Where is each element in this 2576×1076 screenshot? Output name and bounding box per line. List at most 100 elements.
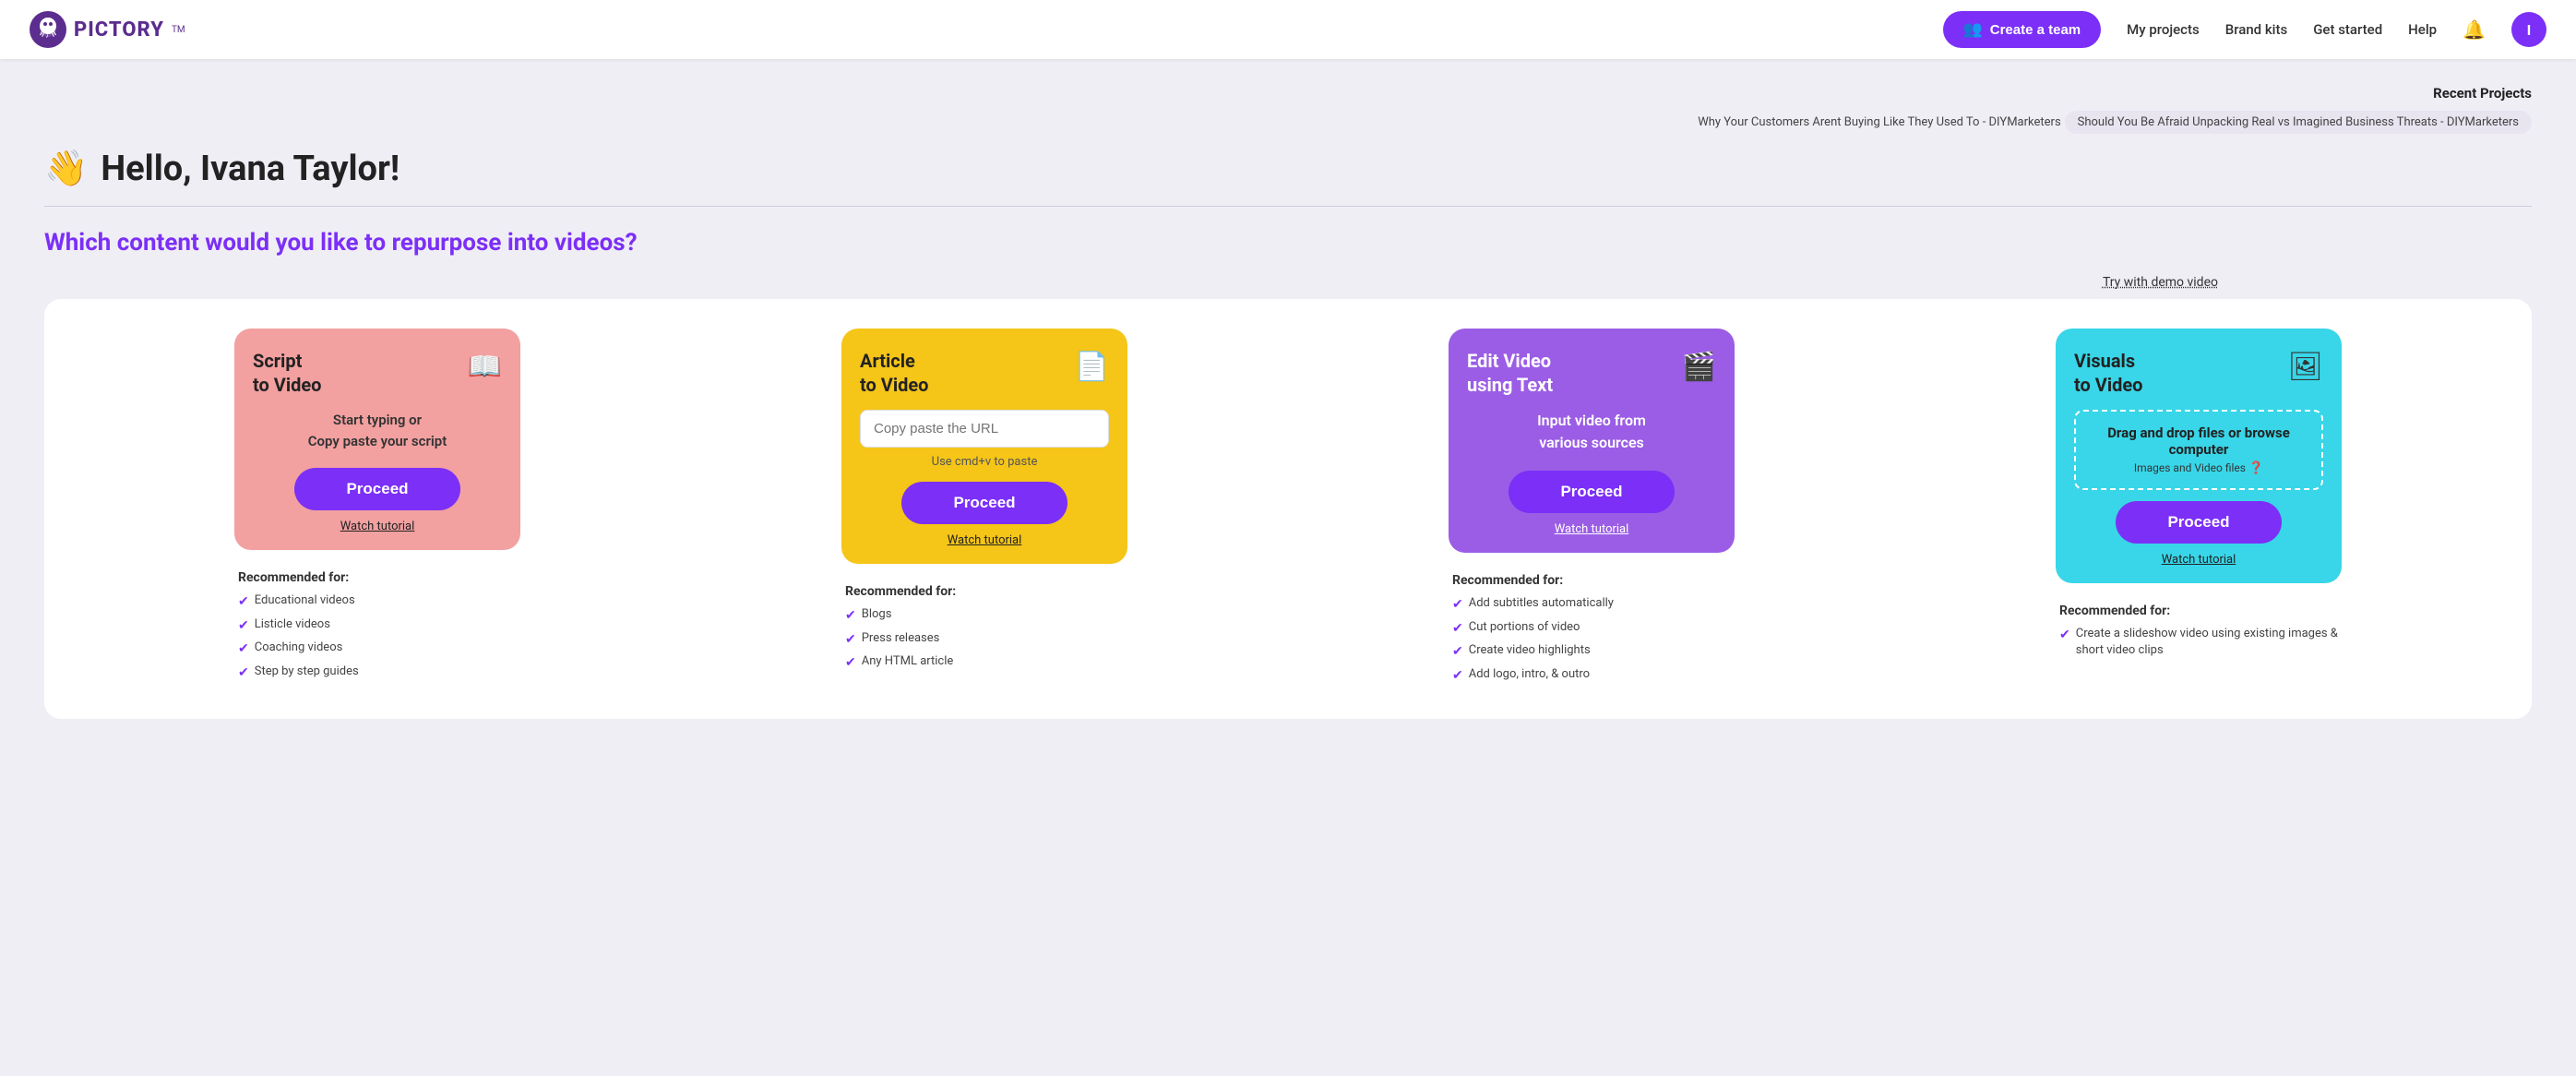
demo-link-row: Try with demo video	[44, 275, 2532, 290]
check-icon: ✔	[238, 617, 249, 636]
script-rec-2: ✔ Listicle videos	[238, 616, 517, 636]
edit-watch-tutorial[interactable]: Watch tutorial	[1555, 522, 1629, 536]
page-subtitle: Which content would you like to repurpos…	[44, 229, 2532, 257]
article-rec-3: ✔ Any HTML article	[845, 653, 1124, 673]
check-icon: ✔	[1452, 667, 1463, 686]
avatar[interactable]: I	[2511, 12, 2546, 47]
recent-item-2[interactable]: Should You Be Afraid Unpacking Real vs I…	[2065, 111, 2532, 134]
script-rec-1: ✔ Educational videos	[238, 592, 517, 612]
main-content: Recent Projects Why Your Customers Arent…	[0, 59, 2576, 763]
wave-emoji: 👋	[44, 149, 88, 189]
script-recommended-title: Recommended for:	[238, 570, 517, 585]
article-to-video-card: Article to Video 📄 Use cmd+v to paste Pr…	[841, 329, 1127, 564]
recent-projects-title: Recent Projects	[44, 85, 2532, 102]
create-team-label: Create a team	[1990, 22, 2081, 38]
edit-rec-1: ✔ Add subtitles automatically	[1452, 595, 1731, 615]
url-hint: Use cmd+v to paste	[932, 455, 1038, 469]
check-icon: ✔	[1452, 620, 1463, 639]
greeting-text: Hello, Ivana Taylor!	[101, 149, 400, 189]
edit-recommended: Recommended for: ✔ Add subtitles automat…	[1449, 573, 1735, 689]
recent-projects-section: Recent Projects Why Your Customers Arent…	[44, 85, 2532, 134]
check-icon: ✔	[845, 654, 856, 673]
script-rec-4: ✔ Step by step guides	[238, 664, 517, 683]
drag-drop-box[interactable]: Drag and drop files or browse computer I…	[2074, 410, 2323, 490]
visuals-card-icon: 🖼	[2288, 351, 2323, 383]
visuals-recommended: Recommended for: ✔ Create a slideshow vi…	[2056, 604, 2342, 664]
script-card-icon: 📖	[468, 351, 502, 383]
check-icon: ✔	[238, 664, 249, 683]
header: PICTORY TM 👥 Create a team My projects Br…	[0, 0, 2576, 59]
edit-card-header: Edit Video using Text 🎬	[1467, 349, 1716, 397]
visuals-watch-tutorial[interactable]: Watch tutorial	[2162, 553, 2236, 567]
team-icon: 👥	[1963, 20, 1983, 39]
script-body-text: Start typing orCopy paste your script	[308, 410, 447, 451]
edit-rec-4: ✔ Add logo, intro, & outro	[1452, 666, 1731, 686]
edit-rec-3: ✔ Create video highlights	[1452, 642, 1731, 662]
script-proceed-button[interactable]: Proceed	[294, 468, 460, 510]
create-team-button[interactable]: 👥 Create a team	[1943, 11, 2102, 48]
script-card-header: Script to Video 📖	[253, 349, 502, 397]
article-watch-tutorial[interactable]: Watch tutorial	[948, 533, 1022, 547]
check-icon: ✔	[1452, 596, 1463, 615]
url-input-wrap	[860, 410, 1109, 448]
url-input[interactable]	[860, 410, 1109, 448]
article-card-title: Article to Video	[860, 349, 928, 397]
greeting: 👋 Hello, Ivana Taylor!	[44, 149, 2532, 189]
edit-proceed-button[interactable]: Proceed	[1509, 471, 1675, 513]
edit-card-body: Input video fromvarious sources Proceed …	[1467, 410, 1716, 536]
script-recommended: Recommended for: ✔ Educational videos ✔ …	[234, 570, 520, 687]
edit-body-text: Input video fromvarious sources	[1537, 410, 1646, 454]
script-to-video-card: Script to Video 📖 Start typing orCopy pa…	[234, 329, 520, 550]
visuals-card-header: Visuals to Video 🖼	[2074, 349, 2323, 397]
script-card-body: Start typing orCopy paste your script Pr…	[253, 410, 502, 533]
check-icon: ✔	[2059, 627, 2070, 645]
visuals-rec-1: ✔ Create a slideshow video using existin…	[2059, 626, 2338, 659]
article-card-header: Article to Video 📄	[860, 349, 1109, 397]
article-proceed-button[interactable]: Proceed	[901, 482, 1067, 524]
article-rec-1: ✔ Blogs	[845, 606, 1124, 626]
demo-link[interactable]: Try with demo video	[2103, 275, 2218, 290]
edit-video-card: Edit Video using Text 🎬 Input video from…	[1449, 329, 1735, 553]
drag-drop-title: Drag and drop files or browse computer	[2093, 424, 2305, 458]
script-rec-3: ✔ Coaching videos	[238, 640, 517, 659]
edit-recommended-title: Recommended for:	[1452, 573, 1731, 588]
logo-tm: TM	[172, 25, 185, 35]
edit-card-title: Edit Video using Text	[1467, 349, 1553, 397]
logo-text: PICTORY	[74, 18, 164, 42]
help-icon[interactable]: ❓	[2248, 461, 2263, 475]
check-icon: ✔	[845, 607, 856, 626]
nav-get-started[interactable]: Get started	[2313, 21, 2382, 38]
logo-icon	[30, 11, 66, 48]
visuals-proceed-button[interactable]: Proceed	[2116, 501, 2282, 544]
nav-help[interactable]: Help	[2408, 21, 2437, 38]
bell-icon[interactable]: 🔔	[2463, 18, 2486, 41]
article-card-body: Use cmd+v to paste Proceed Watch tutoria…	[860, 410, 1109, 547]
divider	[44, 206, 2532, 207]
drag-drop-sub: Images and Video files ❓	[2093, 461, 2305, 475]
nav-brand-kits[interactable]: Brand kits	[2225, 21, 2287, 38]
header-right: 👥 Create a team My projects Brand kits G…	[1943, 11, 2546, 48]
nav-my-projects[interactable]: My projects	[2127, 21, 2200, 38]
logo[interactable]: PICTORY TM	[30, 11, 185, 48]
visuals-to-video-card: Visuals to Video 🖼 Drag and drop files o…	[2056, 329, 2342, 583]
article-recommended: Recommended for: ✔ Blogs ✔ Press release…	[841, 584, 1127, 677]
article-rec-2: ✔ Press releases	[845, 630, 1124, 650]
check-icon: ✔	[1452, 643, 1463, 662]
check-icon: ✔	[845, 631, 856, 650]
article-recommended-title: Recommended for:	[845, 584, 1124, 599]
recent-item-1[interactable]: Why Your Customers Arent Buying Like The…	[1685, 111, 2060, 134]
edit-video-col: Edit Video using Text 🎬 Input video from…	[1288, 329, 1895, 689]
visuals-recommended-title: Recommended for:	[2059, 604, 2338, 618]
script-watch-tutorial[interactable]: Watch tutorial	[340, 520, 415, 533]
script-card-title: Script to Video	[253, 349, 321, 397]
visuals-to-video-col: Visuals to Video 🖼 Drag and drop files o…	[1895, 329, 2502, 689]
article-card-icon: 📄	[1075, 351, 1109, 383]
visuals-card-title: Visuals to Video	[2074, 349, 2142, 397]
visuals-card-body: Drag and drop files or browse computer I…	[2074, 410, 2323, 567]
check-icon: ✔	[238, 593, 249, 612]
check-icon: ✔	[238, 640, 249, 659]
script-to-video-col: Script to Video 📖 Start typing orCopy pa…	[74, 329, 681, 689]
edit-card-icon: 🎬	[1682, 351, 1716, 383]
article-to-video-col: Article to Video 📄 Use cmd+v to paste Pr…	[681, 329, 1288, 689]
cards-wrapper: Script to Video 📖 Start typing orCopy pa…	[44, 299, 2532, 719]
